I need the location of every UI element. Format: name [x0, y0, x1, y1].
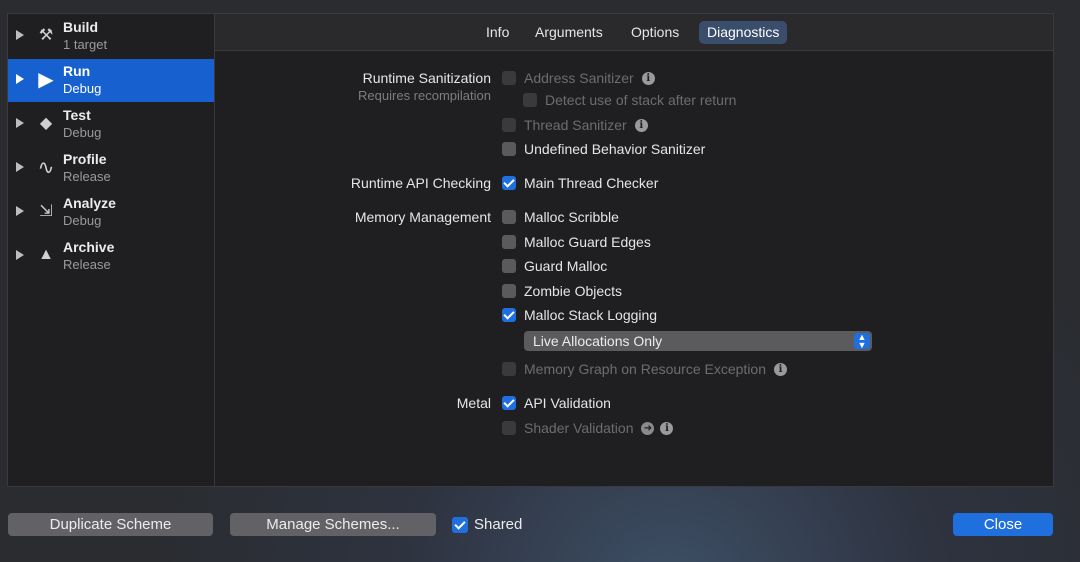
tab-diagnostics[interactable]: Diagnostics — [699, 21, 788, 44]
close-button[interactable]: Close — [953, 513, 1053, 536]
info-icon[interactable]: i — [774, 362, 787, 376]
disclosure-triangle-icon[interactable] — [16, 30, 24, 40]
detect-stack-option[interactable]: Detect use of stack after return — [523, 91, 736, 109]
guard-malloc-option[interactable]: Guard Malloc — [502, 257, 607, 275]
main-thread-checker-label: Main Thread Checker — [524, 175, 659, 191]
malloc-stack-logging-label: Malloc Stack Logging — [524, 307, 658, 323]
thread-sanitizer-label: Thread Sanitizer — [524, 117, 627, 133]
ub-sanitizer-option[interactable]: Undefined Behavior Sanitizer — [502, 140, 705, 158]
guard-malloc-label: Guard Malloc — [524, 258, 608, 274]
api-validation-checkbox[interactable] — [502, 396, 516, 410]
disclosure-triangle-icon[interactable] — [16, 74, 24, 84]
up-down-chevron-icon: ▲ ▼ — [854, 333, 870, 350]
malloc-guard-edges-option[interactable]: Malloc Guard Edges — [502, 233, 651, 251]
malloc-scribble-checkbox[interactable] — [502, 210, 516, 224]
stack-logging-mode-value: Live Allocations Only — [533, 333, 663, 349]
sidebar-item-title: Profile — [63, 151, 107, 167]
memory-management-label: Memory Management — [354, 209, 491, 225]
test-diamond-icon: ◆ — [39, 115, 53, 132]
address-sanitizer-label: Address Sanitizer — [524, 70, 634, 86]
zombie-objects-checkbox[interactable] — [502, 284, 516, 298]
sidebar-item-build[interactable]: ⚒ Build 1 target — [8, 15, 214, 58]
scheme-editor-window: ⚒ Build 1 target ▶ Run Debug ◆ Test Debu… — [0, 0, 1080, 562]
hammer-icon: ⚒ — [38, 27, 54, 44]
sidebar-item-title: Build — [63, 19, 98, 35]
sidebar-item-title: Analyze — [63, 195, 116, 211]
sidebar-item-subtitle: Debug — [63, 125, 102, 140]
runtime-api-checking-label: Runtime API Checking — [350, 175, 491, 191]
memory-graph-label: Memory Graph on Resource Exception — [524, 361, 766, 377]
tab-info[interactable]: Info — [478, 21, 517, 44]
sidebar-item-subtitle: Release — [63, 169, 111, 184]
tab-bar: Info Arguments Options Diagnostics — [215, 14, 1053, 51]
sidebar-item-profile[interactable]: ∿ Profile Release — [8, 147, 214, 190]
ub-sanitizer-label: Undefined Behavior Sanitizer — [524, 141, 706, 157]
address-sanitizer-checkbox[interactable] — [502, 71, 516, 85]
tab-options[interactable]: Options — [623, 21, 687, 44]
metal-label: Metal — [456, 395, 491, 411]
thread-sanitizer-checkbox[interactable] — [502, 118, 516, 132]
runtime-sanitization-label: Runtime Sanitization — [362, 70, 491, 86]
detect-stack-checkbox[interactable] — [523, 93, 537, 107]
disclosure-triangle-icon[interactable] — [16, 250, 24, 260]
sidebar-item-analyze[interactable]: ⇲ Analyze Debug — [8, 191, 214, 234]
archive-icon: ▲ — [38, 246, 54, 263]
disclosure-triangle-icon[interactable] — [16, 162, 24, 172]
guard-malloc-checkbox[interactable] — [502, 259, 516, 273]
malloc-scribble-label: Malloc Scribble — [524, 209, 619, 225]
manage-schemes-button[interactable]: Manage Schemes... — [230, 513, 436, 536]
malloc-stack-logging-checkbox[interactable] — [502, 308, 516, 322]
malloc-scribble-option[interactable]: Malloc Scribble — [502, 208, 619, 226]
waveform-icon: ∿ — [37, 156, 55, 179]
sidebar-item-subtitle: 1 target — [63, 37, 108, 52]
tab-arguments[interactable]: Arguments — [527, 21, 611, 44]
disclosure-triangle-icon[interactable] — [16, 118, 24, 128]
shared-label: Shared — [474, 516, 523, 533]
shared-option[interactable]: Shared — [452, 516, 522, 533]
api-validation-option[interactable]: API Validation — [502, 394, 611, 412]
scheme-actions-sidebar: ⚒ Build 1 target ▶ Run Debug ◆ Test Debu… — [7, 13, 215, 487]
duplicate-scheme-button[interactable]: Duplicate Scheme — [8, 513, 213, 536]
sidebar-item-title: Test — [63, 107, 91, 123]
sidebar-item-subtitle: Debug — [63, 213, 102, 228]
thread-sanitizer-option[interactable]: Thread Sanitizer i — [502, 116, 648, 134]
address-sanitizer-option[interactable]: Address Sanitizer i — [502, 69, 655, 87]
sidebar-item-subtitle: Debug — [63, 81, 102, 96]
sidebar-item-archive[interactable]: ▲ Archive Release — [8, 235, 214, 278]
api-validation-label: API Validation — [524, 395, 611, 411]
malloc-guard-edges-checkbox[interactable] — [502, 235, 516, 249]
sidebar-item-title: Run — [63, 63, 91, 79]
sidebar-item-run[interactable]: ▶ Run Debug — [8, 59, 214, 102]
sidebar-item-subtitle: Release — [63, 257, 111, 272]
sidebar-item-title: Archive — [63, 239, 115, 255]
shader-validation-option[interactable]: Shader Validation ➜ i — [502, 419, 674, 437]
memory-graph-checkbox[interactable] — [502, 362, 516, 376]
shared-checkbox[interactable] — [452, 516, 468, 533]
malloc-guard-edges-label: Malloc Guard Edges — [524, 234, 651, 250]
analyze-icon: ⇲ — [39, 203, 53, 220]
play-icon: ▶ — [38, 68, 54, 91]
main-thread-checker-checkbox[interactable] — [502, 176, 516, 190]
ub-sanitizer-checkbox[interactable] — [502, 142, 516, 156]
memory-graph-option[interactable]: Memory Graph on Resource Exception i — [502, 360, 787, 378]
shader-validation-checkbox[interactable] — [502, 421, 516, 435]
sidebar-item-test[interactable]: ◆ Test Debug — [8, 103, 214, 146]
shader-validation-label: Shader Validation — [524, 420, 634, 436]
requires-recompilation-note: Requires recompilation — [358, 88, 491, 103]
disclosure-triangle-icon[interactable] — [16, 206, 24, 216]
zombie-objects-option[interactable]: Zombie Objects — [502, 282, 622, 300]
info-icon[interactable]: i — [641, 71, 655, 85]
detect-stack-label: Detect use of stack after return — [545, 92, 737, 108]
info-icon[interactable]: i — [660, 421, 674, 435]
info-icon[interactable]: i — [634, 118, 648, 132]
arrow-right-circle-icon[interactable]: ➜ — [641, 421, 655, 435]
malloc-stack-logging-option[interactable]: Malloc Stack Logging — [502, 306, 657, 324]
diagnostics-panel: Info Arguments Options Diagnostics Runti… — [215, 13, 1054, 487]
main-thread-checker-option[interactable]: Main Thread Checker — [502, 174, 658, 192]
zombie-objects-label: Zombie Objects — [524, 283, 623, 299]
stack-logging-mode-popup[interactable]: Live Allocations Only ▲ ▼ — [524, 331, 872, 351]
